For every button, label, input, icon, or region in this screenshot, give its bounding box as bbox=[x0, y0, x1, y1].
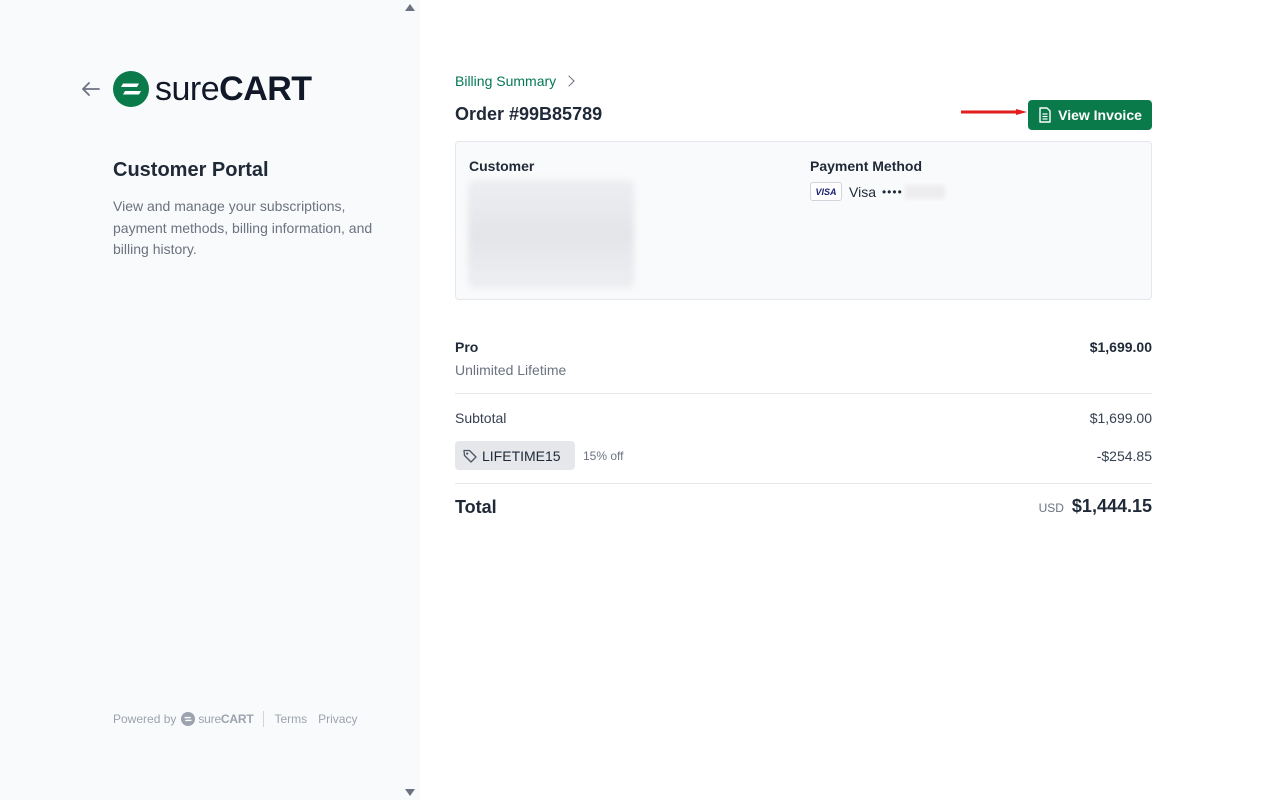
breadcrumb[interactable]: Billing Summary bbox=[455, 73, 575, 89]
payment-method-label: Payment Method bbox=[810, 158, 923, 174]
visa-card-icon: VISA bbox=[810, 182, 842, 201]
document-icon bbox=[1039, 107, 1051, 123]
powered-by-label: Powered by bbox=[113, 712, 177, 726]
view-invoice-button[interactable]: View Invoice bbox=[1028, 100, 1152, 130]
page-title: Customer Portal bbox=[113, 159, 269, 181]
payment-method-value: VISA Visa •••• bbox=[810, 182, 945, 201]
divider bbox=[455, 393, 1152, 394]
discount-amount: -$254.85 bbox=[1096, 448, 1152, 464]
page-description: View and manage your subscriptions, paym… bbox=[113, 198, 373, 257]
line-item-description: Unlimited Lifetime bbox=[455, 362, 567, 378]
privacy-link[interactable]: Privacy bbox=[318, 712, 357, 726]
tag-icon bbox=[463, 449, 477, 463]
surecart-logo-icon bbox=[181, 712, 196, 726]
back-arrow-icon[interactable] bbox=[80, 78, 102, 100]
order-title: Order #99B85789 bbox=[455, 104, 603, 124]
customer-details-redacted bbox=[468, 180, 634, 288]
customer-label: Customer bbox=[469, 158, 535, 174]
sidebar: sureCART Customer Portal View and manage… bbox=[0, 0, 420, 800]
surecart-logo-icon bbox=[113, 71, 149, 107]
total-currency: USD bbox=[1038, 501, 1064, 515]
coupon-discount-percent: 15% off bbox=[583, 449, 624, 463]
coupon-badge: LIFETIME15 bbox=[455, 441, 575, 470]
card-brand-name: Visa bbox=[849, 183, 876, 200]
footer-surecart-logo[interactable]: sureCART bbox=[181, 712, 254, 726]
line-item-price: $1,699.00 bbox=[1089, 339, 1152, 355]
order-info-card: Customer Payment Method VISA Visa •••• bbox=[455, 141, 1152, 300]
divider bbox=[455, 483, 1152, 484]
footer-divider bbox=[263, 711, 265, 727]
annotation-arrow-icon bbox=[961, 109, 1027, 115]
total-amount: USD $1,444.15 bbox=[1039, 496, 1152, 517]
subtotal-label: Subtotal bbox=[455, 410, 507, 426]
total-value: $1,444.15 bbox=[1071, 496, 1152, 516]
surecart-logo[interactable]: sureCART bbox=[113, 71, 312, 107]
coupon-code: LIFETIME15 bbox=[482, 447, 561, 464]
card-masked-number: •••• bbox=[881, 184, 903, 199]
sidebar-footer: Powered by sureCART Terms Privacy bbox=[113, 711, 368, 727]
scrollbar-up-arrow[interactable] bbox=[405, 4, 415, 11]
scrollbar-down-arrow[interactable] bbox=[405, 789, 415, 796]
line-item-name: Pro bbox=[455, 339, 479, 355]
surecart-wordmark: sureCART bbox=[155, 70, 312, 108]
breadcrumb-billing-summary[interactable]: Billing Summary bbox=[455, 73, 556, 89]
total-label: Total bbox=[455, 497, 497, 517]
view-invoice-label: View Invoice bbox=[1058, 107, 1142, 123]
chevron-right-icon bbox=[563, 75, 575, 87]
subtotal-value: $1,699.00 bbox=[1089, 410, 1152, 426]
terms-link[interactable]: Terms bbox=[274, 712, 307, 726]
card-last4-redacted bbox=[904, 184, 945, 199]
